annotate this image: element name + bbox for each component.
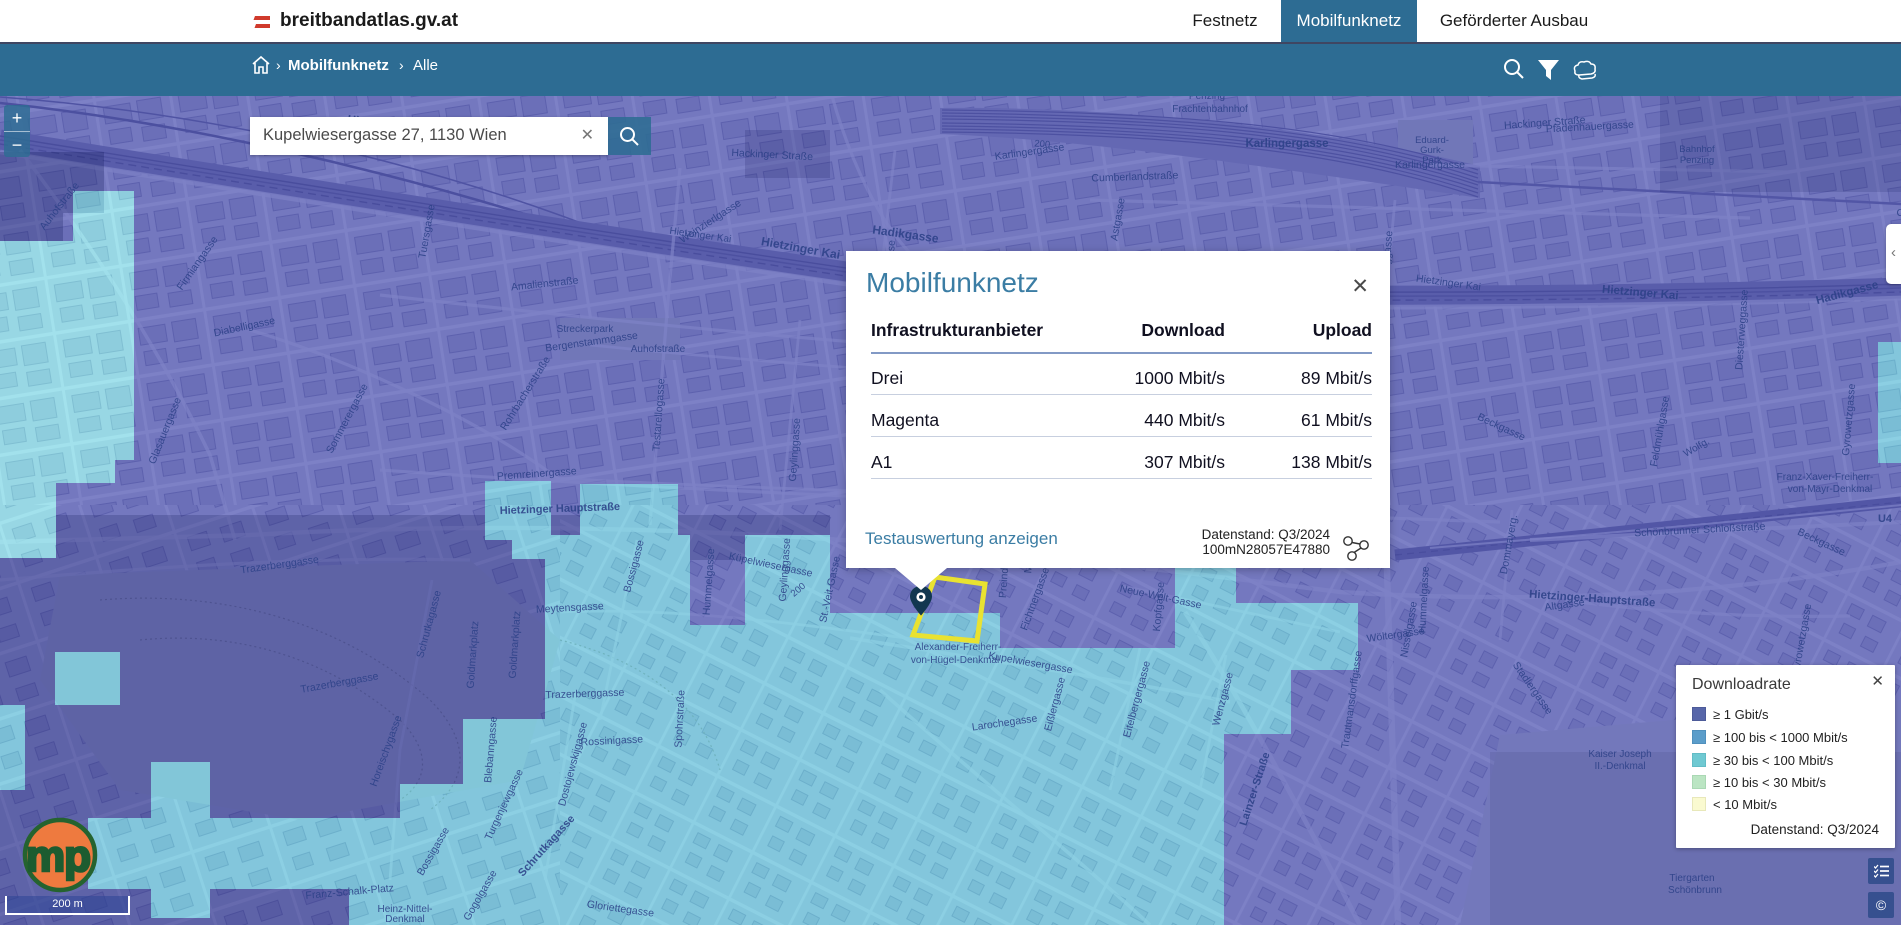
svg-text:U4: U4 <box>1878 513 1893 525</box>
svg-text:mp: mp <box>26 832 90 881</box>
svg-text:Bahnhof: Bahnhof <box>1679 144 1715 155</box>
svg-text:II.-Denkmal: II.-Denkmal <box>1594 761 1645 772</box>
svg-text:Penzing: Penzing <box>1189 96 1225 102</box>
svg-text:Tiergarten: Tiergarten <box>1669 873 1714 884</box>
svg-text:Karlingergasse: Karlingergasse <box>1245 138 1328 150</box>
svg-text:von-Hügel-Denkmal: von-Hügel-Denkmal <box>911 655 999 666</box>
svg-text:Frachtenbahnhof: Frachtenbahnhof <box>1172 104 1248 115</box>
svg-text:von-Mayr-Denkmal: von-Mayr-Denkmal <box>1788 484 1872 495</box>
svg-text:Streckerpark: Streckerpark <box>557 324 615 335</box>
svg-text:Denkmal: Denkmal <box>385 914 424 925</box>
svg-text:Kaiser Joseph: Kaiser Joseph <box>1588 749 1651 760</box>
svg-text:Auhofstraße: Auhofstraße <box>631 344 686 355</box>
svg-text:Alexander-Freiherr-: Alexander-Freiherr- <box>915 642 1002 653</box>
svg-text:Penzing: Penzing <box>1680 155 1714 166</box>
svg-text:Cumberlandstraße: Cumberlandstraße <box>1897 207 1901 219</box>
svg-text:Franz-Xaver-Freiherr-: Franz-Xaver-Freiherr- <box>1777 472 1874 483</box>
svg-text:Schönbrunn: Schönbrunn <box>1668 885 1722 896</box>
svg-text:Karlingergasse: Karlingergasse <box>1395 159 1465 171</box>
